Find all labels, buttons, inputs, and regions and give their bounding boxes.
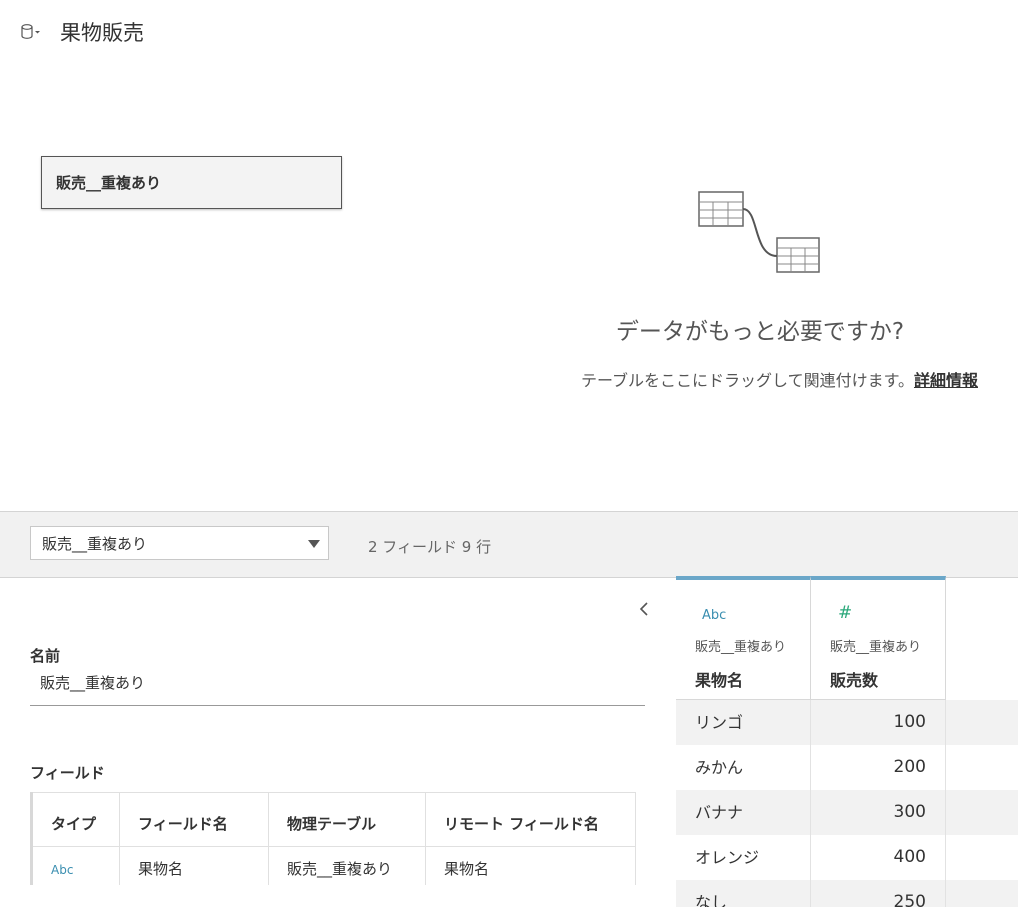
- hint-description: テーブルをここにドラッグして関連付けます。: [581, 371, 914, 390]
- column-name[interactable]: 果物名: [695, 667, 743, 691]
- type-cell: Abc: [33, 847, 120, 885]
- column-header-physical-table[interactable]: 物理テーブル: [269, 792, 426, 847]
- field-row-count: 2 フィールド 9 行: [368, 538, 492, 556]
- field-name-cell[interactable]: 果物名: [120, 847, 269, 885]
- data-grid: Abc 販売__重複あり 果物名 # 販売__重複あり 販売数 リンゴ 100 …: [676, 576, 1018, 907]
- sales-cell: 200: [811, 745, 946, 790]
- table-name-field[interactable]: 販売__重複あり: [30, 672, 645, 706]
- column-source: 販売__重複あり: [695, 640, 787, 655]
- table-row[interactable]: Abc 果物名 販売__重複あり 果物名: [33, 847, 636, 885]
- chevron-down-icon: [308, 540, 320, 548]
- column-header-type[interactable]: タイプ: [33, 792, 120, 847]
- relationship-illustration-icon: [698, 191, 820, 273]
- table-toolbar: 販売__重複あり 2 フィールド 9 行: [0, 511, 1018, 578]
- table-row[interactable]: なし 250: [676, 880, 1018, 907]
- name-label: 名前: [30, 647, 61, 665]
- string-type-icon[interactable]: Abc: [702, 608, 726, 623]
- table-row[interactable]: オレンジ 400: [676, 835, 1018, 880]
- grid-column-header-fruit[interactable]: Abc 販売__重複あり 果物名: [676, 576, 811, 699]
- sales-cell: 250: [811, 880, 946, 907]
- fruit-cell: みかん: [676, 745, 811, 790]
- hint-text: テーブルをここにドラッグして関連付けます。詳細情報: [520, 367, 978, 391]
- number-type-icon[interactable]: #: [838, 603, 852, 623]
- title-row: 果物販売: [20, 16, 144, 48]
- physical-table-cell: 販売__重複あり: [269, 847, 426, 885]
- table-row[interactable]: みかん 200: [676, 745, 1018, 790]
- selected-table-label: 販売__重複あり: [42, 534, 148, 553]
- fields-label: フィールド: [30, 764, 105, 782]
- fields-table: タイプ フィールド名 物理テーブル リモート フィールド名 Abc 果物名 販売…: [30, 792, 636, 885]
- column-name[interactable]: 販売数: [830, 667, 878, 691]
- fruit-cell: リンゴ: [676, 700, 811, 745]
- row-selection-indicator: [30, 847, 33, 885]
- data-source-title[interactable]: 果物販売: [60, 17, 144, 47]
- table-select-dropdown[interactable]: 販売__重複あり: [30, 526, 329, 560]
- sales-cell: 300: [811, 790, 946, 835]
- sales-cell: 400: [811, 835, 946, 880]
- learn-more-link[interactable]: 詳細情報: [914, 371, 978, 390]
- column-source: 販売__重複あり: [830, 640, 922, 655]
- hint-title: データがもっと必要ですか?: [615, 319, 905, 345]
- sales-cell: 100: [811, 700, 946, 745]
- fruit-cell: バナナ: [676, 790, 811, 835]
- string-type-icon[interactable]: Abc: [51, 863, 73, 877]
- collapse-pane-icon[interactable]: [636, 598, 652, 620]
- fields-table-header: タイプ フィールド名 物理テーブル リモート フィールド名: [33, 792, 636, 847]
- database-icon[interactable]: [20, 21, 42, 43]
- table-row[interactable]: リンゴ 100: [676, 700, 1018, 745]
- fruit-cell: なし: [676, 880, 811, 907]
- table-row[interactable]: バナナ 300: [676, 790, 1018, 835]
- canvas-table-box[interactable]: 販売__重複あり: [41, 156, 342, 209]
- remote-field-cell: 果物名: [426, 847, 636, 885]
- grid-column-header-sales[interactable]: # 販売__重複あり 販売数: [811, 576, 946, 699]
- fruit-cell: オレンジ: [676, 835, 811, 880]
- column-header-remote-field-name[interactable]: リモート フィールド名: [426, 792, 636, 847]
- column-header-field-name[interactable]: フィールド名: [120, 792, 269, 847]
